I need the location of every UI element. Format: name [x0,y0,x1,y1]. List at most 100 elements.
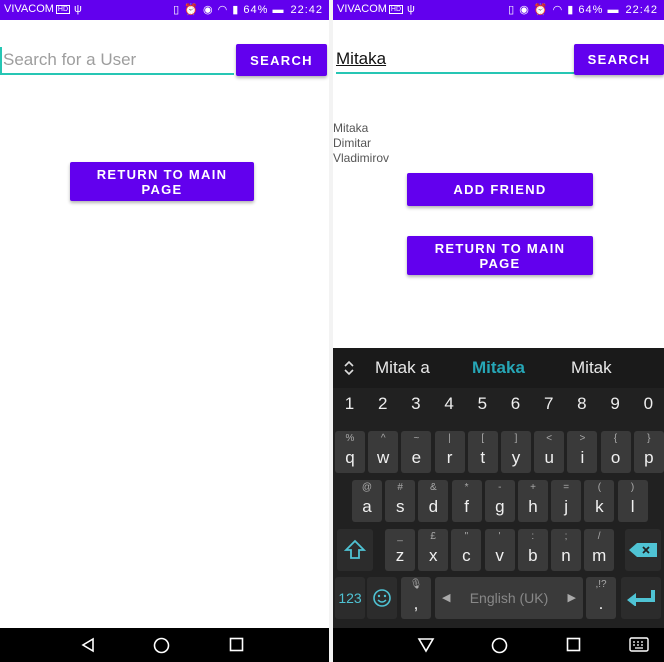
alt-symbol: > [579,433,586,444]
letter-key[interactable]: = j [551,480,582,522]
alt-symbol: % [345,433,355,444]
letter-key[interactable]: ) l [617,480,648,522]
alt-symbol: } [647,433,651,444]
shift-key[interactable] [337,529,373,571]
letter-key[interactable]: [t [467,431,498,473]
expand-suggestions-icon[interactable] [343,360,355,376]
key-label: x [428,546,438,565]
clock: 22:42 [625,4,658,16]
number-key[interactable]: 0 [632,394,664,414]
space-key[interactable]: ◀ English (UK) ▶ [435,577,583,619]
back-icon[interactable] [417,637,435,653]
search-button[interactable]: SEARCH [236,44,327,76]
key-label: q [345,448,355,467]
alt-symbol: : [531,531,535,542]
key-label: m [592,546,607,565]
key-label: b [528,546,538,565]
keyboard-icon[interactable] [629,637,649,652]
status-bar: VIVACOM HD ψ ▯ ⏰ ◉ ◠ ▮ 64% ▬ 22:42 [0,0,329,20]
backspace-icon [629,543,657,557]
recents-icon[interactable] [229,637,244,652]
number-key[interactable]: 7 [532,394,565,414]
letter-key[interactable]: ^ w [368,431,399,473]
alt-symbol: £ [430,531,436,542]
recents-icon[interactable] [566,637,581,652]
comma-key[interactable]: 🎙 , [401,577,431,619]
search-button[interactable]: SEARCH [574,44,664,75]
letter-key[interactable]: ] y [501,431,531,473]
space-label: English (UK) [469,590,549,606]
letter-key[interactable]: # s [385,480,416,522]
key-label: i [580,448,585,467]
number-key[interactable]: 2 [366,394,399,414]
alt-symbol: = [563,482,570,493]
enter-key[interactable] [621,577,661,619]
carrier-label: VIVACOM HD ψ [337,3,415,15]
key-label: a [362,497,372,516]
alt-symbol: { [613,433,618,444]
letter-key[interactable]: :b [517,529,548,571]
usb-icon: ψ [74,3,82,15]
letter-key[interactable]: + h [518,480,548,522]
letter-key[interactable]: | r [434,431,465,473]
alt-symbol: ( [597,482,602,493]
search-input[interactable]: Search for a User [0,47,234,75]
letter-key[interactable]: ; n [551,529,581,571]
number-key[interactable]: 1 [333,394,366,414]
home-icon[interactable] [153,637,170,654]
number-key[interactable]: 8 [565,394,598,414]
alt-symbol: ; [564,531,568,542]
period-key[interactable]: ,!? . [586,577,616,619]
return-to-main-button[interactable]: RETURN TO MAIN PAGE [70,162,254,201]
letter-key[interactable]: {o [600,431,631,473]
letter-key[interactable]: (k [584,480,615,522]
suggestion-3[interactable]: Mitak [571,358,612,378]
enter-icon [627,590,655,606]
symbols-key[interactable]: 123 [335,577,365,619]
home-icon[interactable] [491,637,508,654]
letter-key[interactable]: & d [418,480,449,522]
number-key[interactable]: 3 [399,394,432,414]
letter-key[interactable]: _ z [385,529,415,571]
network-badge: HD [55,5,71,14]
period-label: . [598,594,604,613]
key-label: f [464,497,469,516]
user-result-name[interactable]: Mitaka Dimitar Vladimirov [333,121,403,166]
backspace-key[interactable] [625,529,661,571]
letter-key[interactable]: > i [567,431,598,473]
letter-key[interactable]: % q [335,431,365,473]
emoji-key[interactable] [367,577,397,619]
letter-key[interactable]: } p [633,431,664,473]
back-icon[interactable] [80,637,96,653]
alt-symbol: ~ [413,433,420,444]
return-to-main-button[interactable]: RETURN TO MAIN PAGE [407,236,593,275]
suggestion-2[interactable]: Mitaka [472,358,525,378]
letter-key[interactable]: / m [584,529,615,571]
letter-key[interactable]: < u [534,431,565,473]
letter-key[interactable]: @ a [352,480,382,522]
key-label: c [462,546,471,565]
number-key[interactable]: 5 [466,394,499,414]
search-input[interactable]: Mitaka [336,46,574,74]
letter-key[interactable]: -g [484,480,515,522]
suggestion-bar: Mitak a Mitaka Mitak [333,348,664,388]
number-key[interactable]: 4 [433,394,466,414]
letter-key[interactable]: " c [451,529,482,571]
suggestion-1[interactable]: Mitak a [375,358,430,378]
alt-symbol: | [448,433,451,444]
alt-symbol: " [464,531,469,542]
number-key[interactable]: 9 [599,394,632,414]
letter-key[interactable]: ~ e [401,431,432,473]
letter-key[interactable]: * f [451,480,482,522]
letter-key[interactable]: £ x [418,529,449,571]
number-key[interactable]: 6 [499,394,532,414]
add-friend-button[interactable]: ADD FRIEND [407,173,593,206]
key-label: u [544,448,554,467]
alt-symbol: _ [397,531,403,542]
alt-symbol: [ [481,433,485,444]
key-label: y [511,448,521,467]
period-alt-label: ,!? [595,579,607,590]
network-badge: HD [388,5,404,14]
comma-label: , [413,594,419,613]
letter-key[interactable]: ' v [484,529,515,571]
